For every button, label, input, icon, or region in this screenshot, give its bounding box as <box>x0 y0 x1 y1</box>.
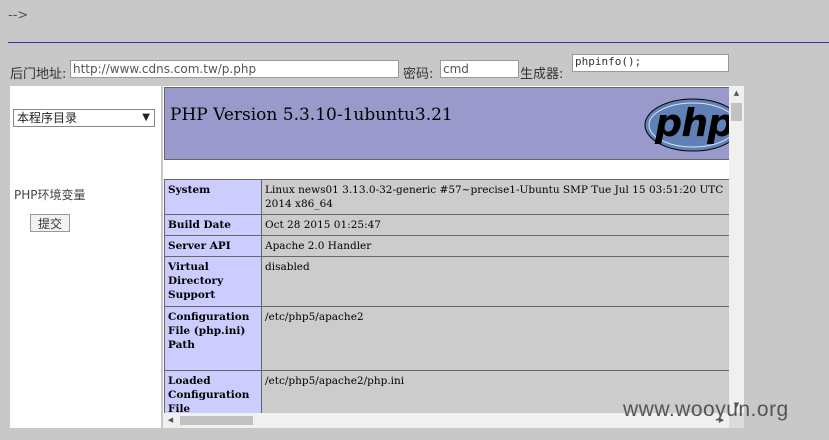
result-frame: PHP Version 5.3.10-1ubuntu3.21 php Syste… <box>163 86 744 428</box>
backdoor-url-label: 后门地址: <box>10 67 67 82</box>
scroll-left-icon[interactable]: ◀ <box>163 413 178 428</box>
stray-comment-text: --> <box>8 8 29 23</box>
phpinfo-header: PHP Version 5.3.10-1ubuntu3.21 php <box>164 87 729 160</box>
row-value: Linux news01 3.13.0-32-generic #57~preci… <box>261 179 729 215</box>
php-version-title: PHP Version 5.3.10-1ubuntu3.21 <box>170 105 453 125</box>
row-value: Oct 28 2015 01:25:47 <box>261 214 729 236</box>
generator-textarea[interactable]: phpinfo(); <box>572 54 729 72</box>
php-env-label: PHP环境变量 <box>14 188 86 202</box>
row-value: Apache 2.0 Handler <box>261 235 729 257</box>
horizontal-scroll-thumb[interactable] <box>180 416 253 425</box>
table-row: System Linux news01 3.13.0-32-generic #5… <box>164 179 729 215</box>
generator-label: 生成器: <box>520 67 564 82</box>
directory-select[interactable]: 本程序目录 ▼ <box>13 109 155 127</box>
row-value: /etc/php5/apache2 <box>261 306 729 371</box>
table-row: Configuration File (php.ini) Path /etc/p… <box>164 306 729 371</box>
horizontal-rule <box>8 42 829 43</box>
sidebar-panel: 本程序目录 ▼ PHP环境变量 提交 <box>10 86 161 428</box>
row-key: Virtual Directory Support <box>164 256 262 307</box>
row-key: System <box>164 179 262 215</box>
row-key: Server API <box>164 235 262 257</box>
password-input[interactable] <box>440 60 519 78</box>
php-logo: php <box>643 97 729 157</box>
submit-button[interactable]: 提交 <box>30 214 70 232</box>
backdoor-url-input[interactable] <box>70 60 399 78</box>
chevron-down-icon: ▼ <box>142 112 150 123</box>
row-key: Build Date <box>164 214 262 236</box>
vertical-scroll-thumb[interactable] <box>731 103 742 121</box>
table-row: Build Date Oct 28 2015 01:25:47 <box>164 214 729 236</box>
table-row: Server API Apache 2.0 Handler <box>164 235 729 257</box>
row-key: Configuration File (php.ini) Path <box>164 306 262 371</box>
row-key: Loaded Configuration File <box>164 370 262 413</box>
phpinfo-content: PHP Version 5.3.10-1ubuntu3.21 php Syste… <box>163 86 729 413</box>
vertical-scrollbar[interactable]: ▲ ▼ <box>729 86 744 413</box>
watermark: www.wooyun.org <box>623 398 789 421</box>
phpinfo-table: System Linux news01 3.13.0-32-generic #5… <box>164 179 729 413</box>
php-logo-text: php <box>655 101 729 145</box>
row-value: disabled <box>261 256 729 307</box>
scroll-up-icon[interactable]: ▲ <box>729 86 744 101</box>
directory-select-value: 本程序目录 <box>17 111 78 125</box>
table-row: Virtual Directory Support disabled <box>164 256 729 307</box>
password-label: 密码: <box>403 67 434 82</box>
